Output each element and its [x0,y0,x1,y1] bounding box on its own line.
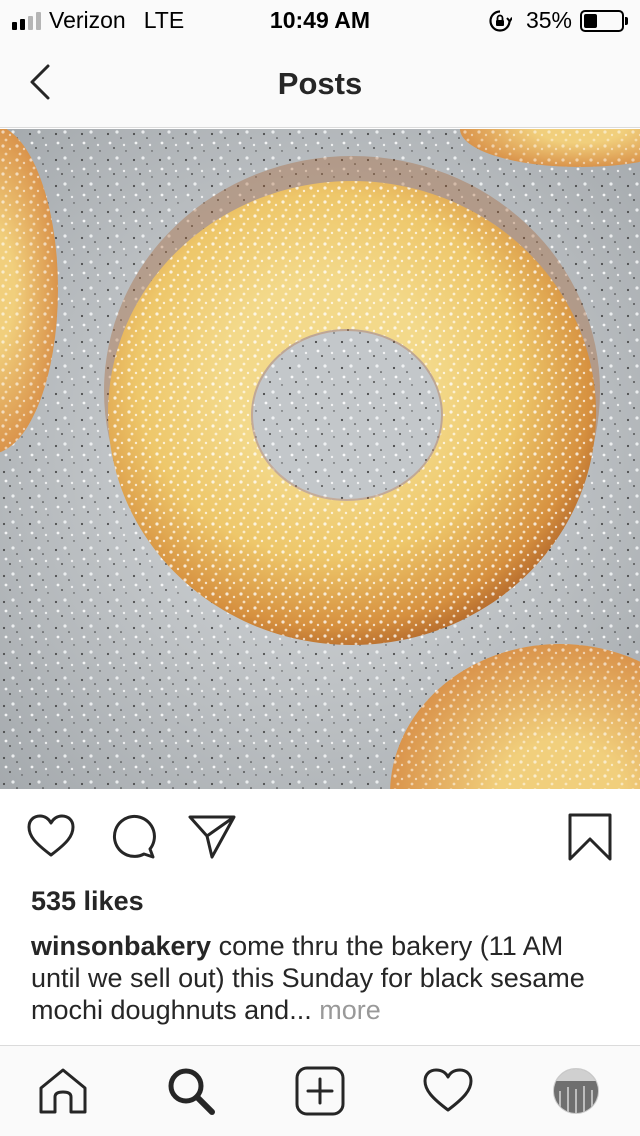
like-count[interactable]: 535 likes [31,886,144,917]
comment-icon[interactable] [106,811,158,863]
bottom-tab-bar [0,1045,640,1136]
post-caption: winsonbakery come thru the bakery (11 AM… [31,930,611,1026]
add-post-icon[interactable] [293,1064,347,1118]
bookmark-icon[interactable] [564,811,616,863]
status-bar: Verizon LTE 10:49 AM 35% [0,0,640,40]
profile-avatar[interactable] [553,1068,599,1114]
battery-icon [580,9,628,32]
doughnut-image [0,129,640,789]
avatar-image [554,1069,598,1113]
search-icon[interactable] [164,1064,218,1118]
battery-percent: 35% [525,7,572,33]
orientation-lock-icon [489,9,512,32]
heart-icon[interactable] [25,811,77,863]
activity-heart-icon[interactable] [421,1064,475,1118]
share-icon[interactable] [186,811,238,863]
caption-username[interactable]: winsonbakery [31,931,211,961]
page-title: Posts [277,66,363,101]
nav-header: Posts [0,40,640,128]
post-actions [0,789,640,885]
home-icon[interactable] [36,1064,90,1118]
caption-more-link[interactable]: more [319,995,381,1025]
status-right: 35% [488,7,628,34]
post-photo[interactable] [0,129,640,789]
